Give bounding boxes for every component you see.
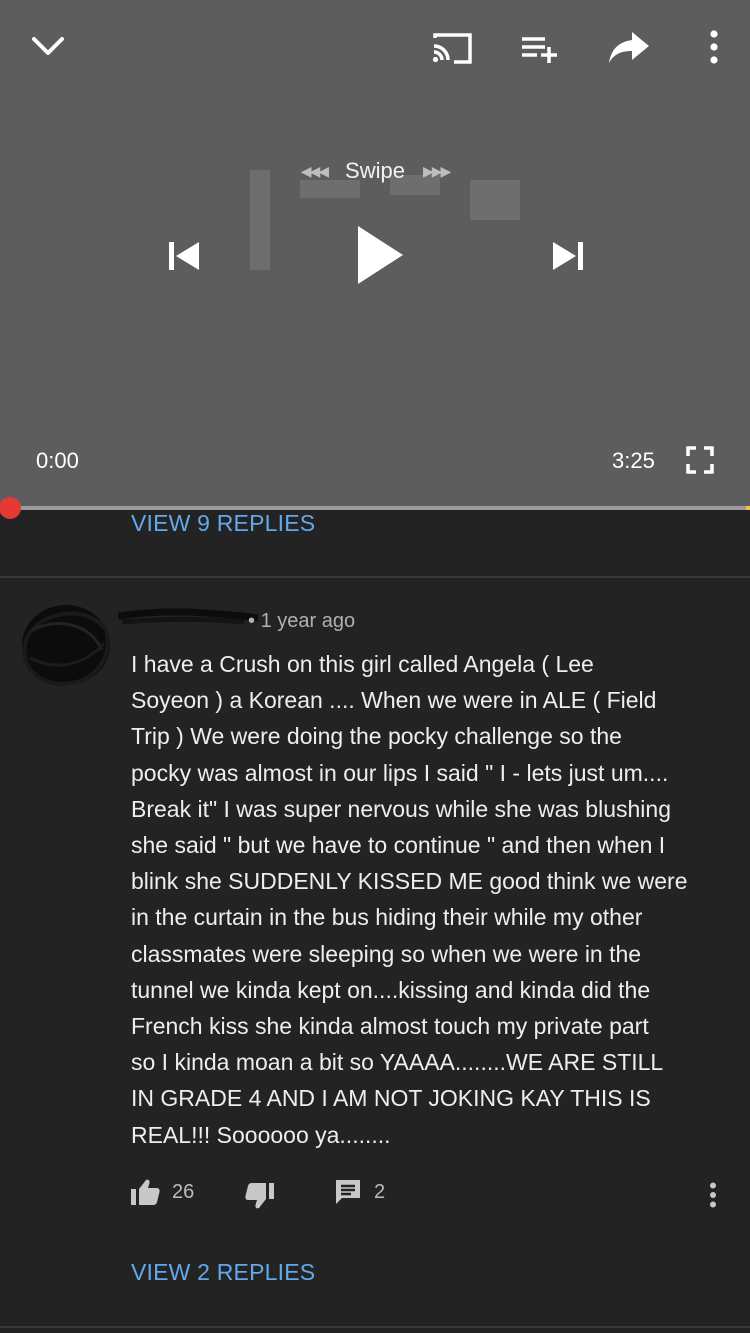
- add-to-queue-icon: [522, 37, 557, 63]
- dislike-button[interactable]: [245, 1182, 275, 1210]
- duration: 3:25: [612, 448, 655, 473]
- comment-meta: • 1 year ago: [248, 610, 355, 633]
- redacted-username: [118, 608, 258, 625]
- swipe-left-arrows: ◀◀◀: [300, 163, 329, 179]
- next-icon: [553, 242, 583, 270]
- avatar[interactable]: [18, 600, 114, 690]
- more-options-button[interactable]: [690, 22, 738, 72]
- ad-marker: [746, 506, 750, 510]
- like-count: 26: [172, 1180, 195, 1203]
- fullscreen-button[interactable]: [680, 440, 720, 480]
- share-button[interactable]: [604, 22, 654, 72]
- cast-icon: [432, 33, 472, 64]
- divider: [0, 1326, 750, 1328]
- meta-dot: •: [248, 610, 256, 632]
- swipe-right-arrows: ▶▶▶: [422, 163, 451, 179]
- more-vert-icon: [710, 1182, 716, 1208]
- swipe-label: Swipe: [345, 158, 405, 183]
- progress-bar[interactable]: [0, 497, 750, 519]
- chevron-down-icon: [32, 37, 64, 55]
- thumb-up-icon: [131, 1179, 160, 1205]
- reply-button[interactable]: 2: [334, 1178, 385, 1206]
- play-button[interactable]: [340, 210, 420, 300]
- video-player[interactable]: ◀◀◀ Swipe ▶▶▶ 0:00 3:25: [0, 0, 750, 508]
- progress-scrubber[interactable]: [0, 497, 21, 519]
- comment-text: I have a Crush on this girl called Angel…: [131, 651, 688, 1148]
- comment-timestamp: 1 year ago: [260, 610, 356, 632]
- current-time: 0:00: [36, 448, 79, 473]
- fullscreen-icon: [686, 446, 714, 474]
- share-icon: [609, 32, 649, 63]
- more-vert-icon: [710, 30, 718, 64]
- next-button[interactable]: [540, 228, 596, 284]
- comment-icon: [336, 1180, 360, 1204]
- swipe-hint: ◀◀◀ Swipe ▶▶▶: [0, 158, 750, 184]
- like-button[interactable]: 26: [130, 1178, 194, 1206]
- reply-count: 2: [374, 1180, 386, 1203]
- add-to-queue-button[interactable]: [515, 24, 563, 72]
- view-replies-link[interactable]: VIEW 9 REPLIES: [131, 510, 315, 537]
- collapse-button[interactable]: [24, 22, 72, 70]
- play-icon: [358, 226, 403, 284]
- comment-more-button[interactable]: [708, 1182, 728, 1210]
- thumb-down-icon: [245, 1183, 274, 1209]
- divider: [0, 576, 750, 578]
- cast-button[interactable]: [428, 24, 476, 72]
- previous-icon: [169, 242, 199, 270]
- previous-button[interactable]: [156, 228, 212, 284]
- view-replies-link[interactable]: VIEW 2 REPLIES: [131, 1259, 315, 1286]
